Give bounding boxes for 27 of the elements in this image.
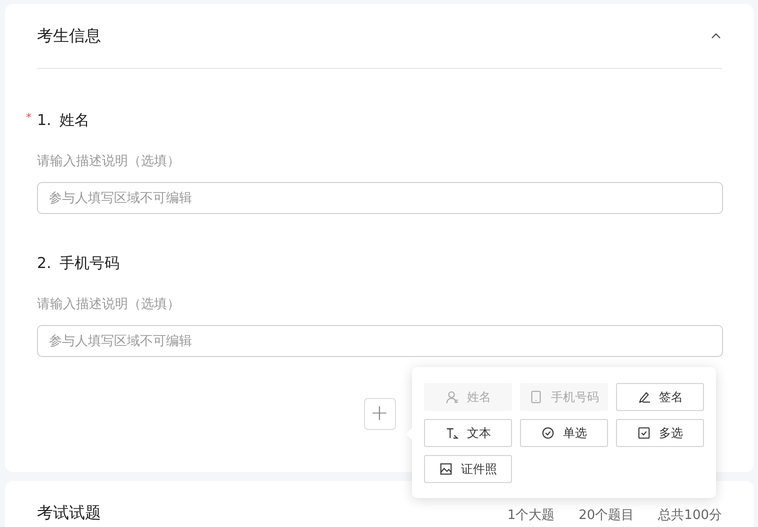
question-number: 1. [37,111,52,130]
description-field[interactable]: 请输入描述说明（选填） [37,297,337,312]
stat-text: 1个大题 [507,507,555,524]
pen-icon [637,390,651,404]
field-type-button[interactable]: 文本 [424,419,512,447]
field-type-button[interactable]: 多选 [616,419,704,447]
image-icon [439,462,453,476]
description-field[interactable]: 请输入描述说明（选填） [37,154,337,169]
checkbox-icon [637,426,651,440]
stat-text: 20个题目 [578,507,634,524]
radio-icon [541,426,555,440]
question-number: 2. [37,254,52,273]
text-icon [445,426,459,440]
section-title: 考试试题 [37,503,101,524]
field-type-button[interactable]: 证件照 [424,455,512,483]
user-icon [445,390,459,404]
required-mark: * [26,111,32,126]
add-field-button[interactable]: + [364,398,396,430]
answer-field: 参与人填写区域不可编辑 [37,325,723,357]
phone-icon [529,390,543,404]
section-title: 考生信息 [37,26,101,46]
question-label: 手机号码 [59,254,120,273]
stat-text: 总共100分 [658,507,722,524]
question-label: 姓名 [59,111,90,130]
answer-field: 参与人填写区域不可编辑 [37,182,723,214]
field-type-button[interactable]: 签名 [616,383,704,411]
field-type-button[interactable]: 单选 [520,419,608,447]
